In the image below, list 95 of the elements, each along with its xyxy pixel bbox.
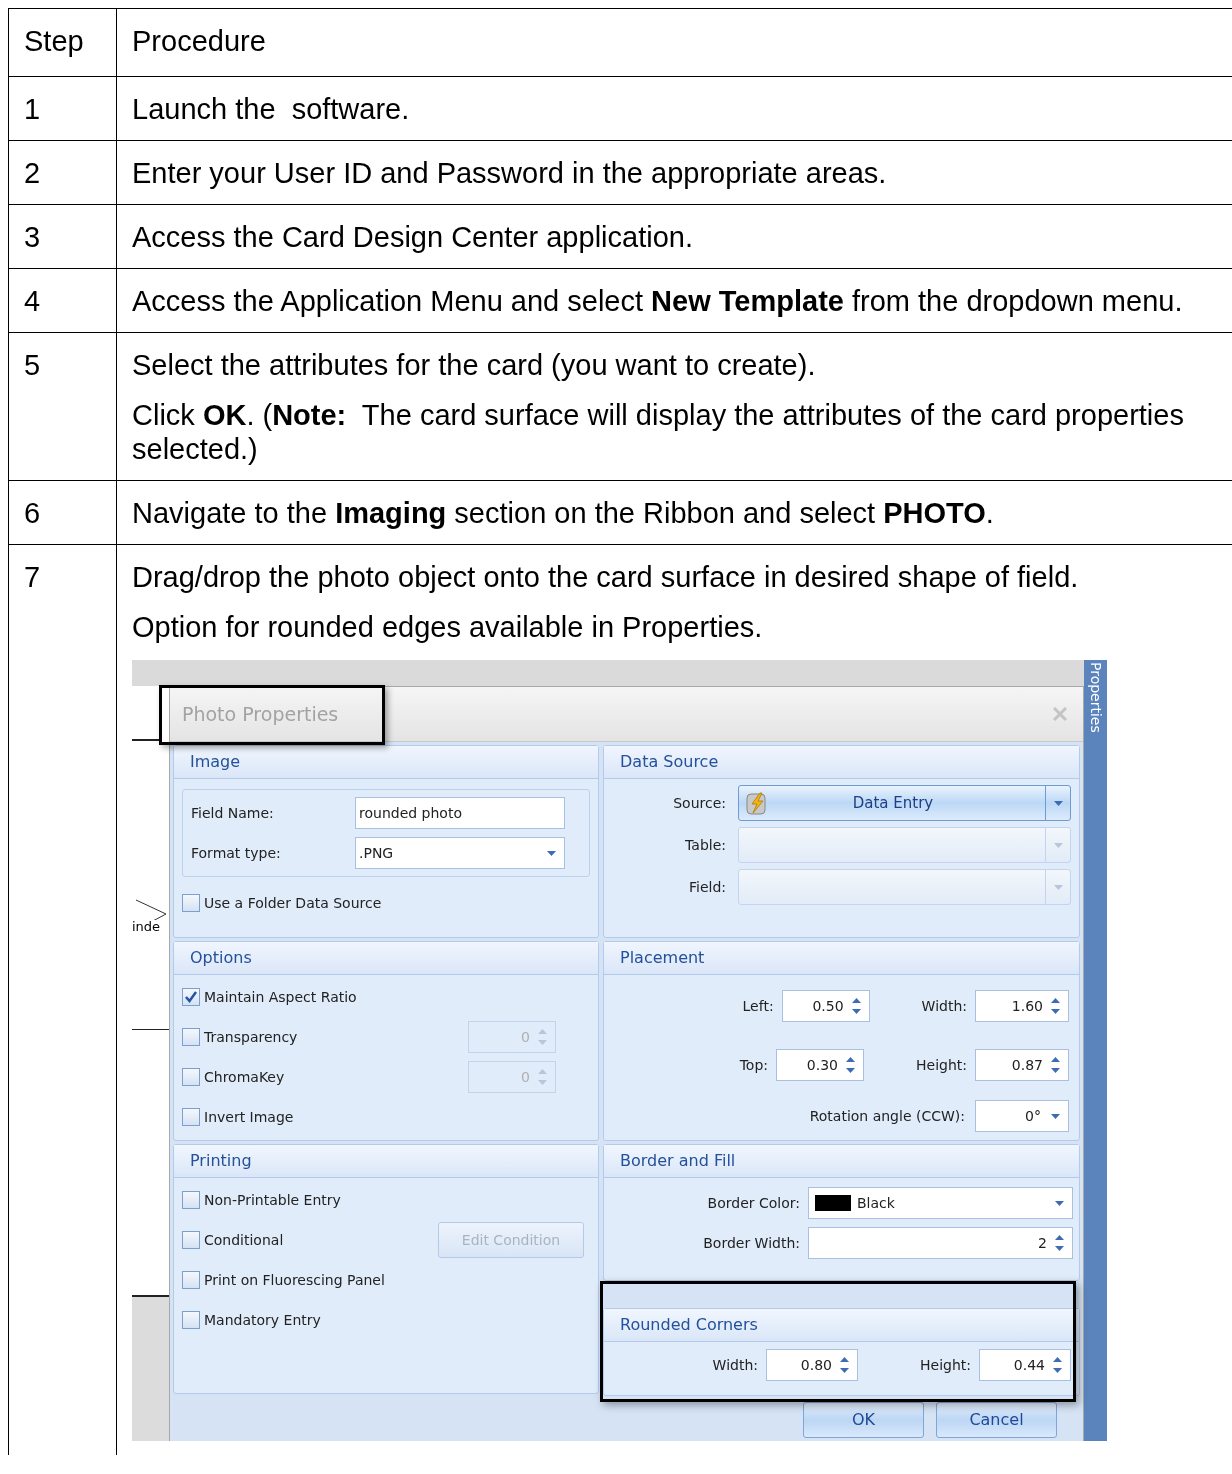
dropdown-field[interactable]: Data Entry <box>738 785 1071 821</box>
group-heading: Border and Fill <box>620 1150 736 1172</box>
spin-field[interactable]: 0.80 <box>766 1349 858 1381</box>
side-panel-title: Properties <box>1088 662 1103 733</box>
spin-arrows-icon <box>1055 1233 1064 1253</box>
step-number: 6 <box>24 497 41 529</box>
procedure-text: Click OK. (Note: The card surface will display the attributes of the card properties selected.) <box>132 398 1185 466</box>
spin-arrows-icon <box>538 1067 547 1087</box>
dropdown-caret-icon <box>547 850 556 856</box>
spin-arrows-icon <box>846 1055 855 1075</box>
procedure-text: Option for rounded edges available in Properties. <box>132 610 764 644</box>
checkbox[interactable] <box>182 1108 200 1126</box>
checkbox-label: Print on Fluorescing Panel <box>204 1271 385 1290</box>
field-label: Field: <box>687 878 726 897</box>
checkbox[interactable] <box>182 1068 200 1086</box>
checkbox-label: Mandatory Entry <box>204 1311 321 1330</box>
checkbox-label: Transparency <box>204 1028 298 1047</box>
dropdown-caret-icon <box>1053 800 1063 806</box>
checkbox[interactable] <box>182 988 200 1006</box>
spin-arrows-icon <box>1051 1055 1060 1075</box>
field-label: Field Name: <box>191 804 275 823</box>
checkbox-label: ChromaKey <box>204 1068 285 1087</box>
checkbox[interactable] <box>182 1028 200 1046</box>
procedure-text: Navigate to the Imaging section on the Ribbon and select PHOTO. <box>132 496 995 530</box>
spin-field[interactable]: 0.30 <box>776 1049 864 1081</box>
step-number: 5 <box>24 349 41 381</box>
text-field[interactable]: rounded photo <box>355 797 565 829</box>
checkbox-label: Use a Folder Data Source <box>204 894 382 913</box>
canvas-text: inde <box>132 920 161 933</box>
spin-arrows-icon <box>1051 996 1060 1016</box>
dropdown-caret-icon <box>1053 884 1063 890</box>
dropdown-caret-icon <box>1051 1113 1060 1119</box>
column-header: Procedure <box>132 25 266 57</box>
spin-field[interactable]: 0.44 <box>979 1349 1071 1381</box>
checkbox-label: Conditional <box>204 1231 284 1250</box>
group-heading: Rounded Corners <box>620 1314 758 1336</box>
procedure-text: Launch the software. <box>132 92 411 126</box>
check-icon <box>185 991 197 1003</box>
field-label: Border Width: <box>702 1234 800 1253</box>
field-label: Top: <box>739 1056 768 1075</box>
color-dropdown[interactable]: Black <box>808 1187 1073 1219</box>
dialog-button[interactable]: Cancel <box>936 1402 1057 1438</box>
field-label: Width: <box>712 1356 758 1375</box>
spin-arrows-icon <box>1053 1355 1062 1375</box>
group-heading: Data Source <box>620 751 719 773</box>
dropdown-field[interactable] <box>738 827 1071 863</box>
field-label: Height: <box>916 1056 967 1075</box>
field-label: Source: <box>672 794 726 813</box>
spin-arrows-icon <box>840 1355 849 1375</box>
step-number: 1 <box>24 93 41 125</box>
dropdown-caret-icon <box>1053 842 1063 848</box>
checkbox-label: Non-Printable Entry <box>204 1191 341 1210</box>
field-label: Table: <box>684 836 726 855</box>
group-heading: Printing <box>190 1150 252 1172</box>
column-header: Step <box>24 25 84 57</box>
group-heading: Image <box>190 751 241 773</box>
procedure-text: Enter your User ID and Password in the appropriate areas. <box>132 156 888 190</box>
step-number: 4 <box>24 285 41 317</box>
dropdown-field[interactable]: 0° <box>975 1100 1069 1132</box>
spin-arrows-icon <box>538 1027 547 1047</box>
spin-field[interactable]: 0.87 <box>975 1049 1069 1081</box>
dialog-title: Photo Properties <box>182 702 339 727</box>
spin-field[interactable]: 2 <box>808 1227 1073 1259</box>
spin-arrows-icon <box>851 996 861 1016</box>
field-label: Format type: <box>191 844 282 863</box>
close-icon[interactable] <box>1053 707 1067 721</box>
procedure-text: Select the attributes for the card (you want to create). <box>132 348 817 382</box>
dropdown-field[interactable] <box>738 869 1071 905</box>
field-label: Height: <box>920 1356 971 1375</box>
checkbox[interactable] <box>182 894 200 912</box>
procedure-text: Access the Card Design Center application. <box>132 220 694 254</box>
field-label: Width: <box>921 997 967 1016</box>
color-swatch-icon <box>815 1195 851 1211</box>
field-label: Border Color: <box>706 1194 800 1213</box>
field-label: Rotation angle (CCW): <box>809 1107 965 1126</box>
dropdown-caret-icon <box>1055 1200 1064 1206</box>
step-number: 7 <box>24 561 41 593</box>
step-number: 3 <box>24 221 41 253</box>
checkbox[interactable] <box>182 1231 200 1249</box>
dialog-button[interactable]: OK <box>803 1402 924 1438</box>
field-label: Left: <box>742 997 774 1016</box>
dropdown-field[interactable]: .PNG <box>355 837 565 869</box>
checkbox[interactable] <box>182 1191 200 1209</box>
checkbox[interactable] <box>182 1311 200 1329</box>
checkbox[interactable] <box>182 1271 200 1289</box>
step-number: 2 <box>24 157 41 189</box>
spin-field[interactable]: 1.60 <box>975 990 1069 1022</box>
spin-field[interactable]: 0.50 <box>781 990 870 1022</box>
lightning-can-icon <box>745 791 767 815</box>
procedure-text: Access the Application Menu and select New Template from the dropdown menu. <box>132 284 1184 318</box>
group-heading: Placement <box>620 947 705 969</box>
checkbox-label: Invert Image <box>204 1108 294 1127</box>
procedure-text: Drag/drop the photo object onto the card surface in desired shape of field. <box>132 560 1080 594</box>
checkbox-label: Maintain Aspect Ratio <box>204 988 357 1007</box>
group-heading: Options <box>190 947 252 969</box>
